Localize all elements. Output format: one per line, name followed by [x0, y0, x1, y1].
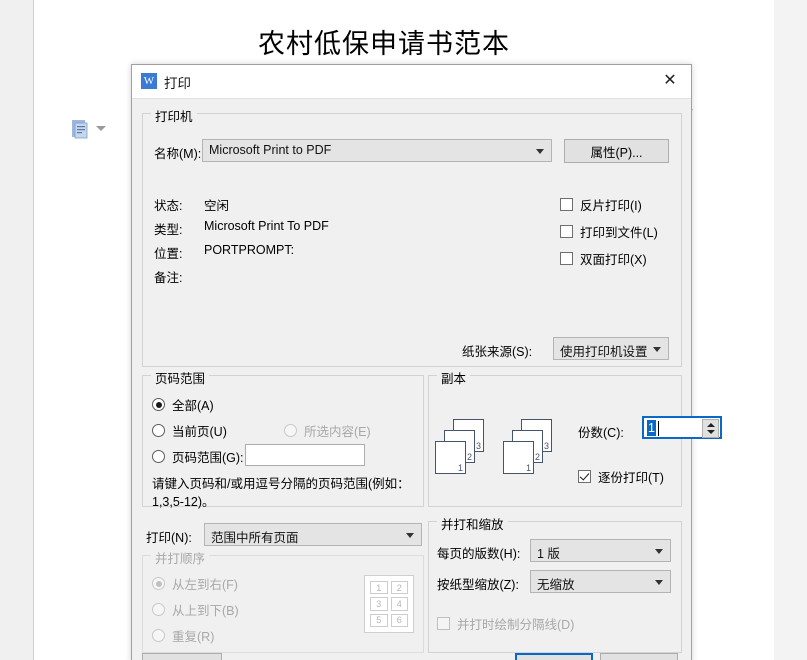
paste-options-icon[interactable] [70, 118, 92, 140]
preview-page-1: 1 [503, 441, 534, 474]
stepper-buttons[interactable] [702, 419, 719, 438]
radio-current-page-label: 当前页(U) [172, 425, 227, 439]
paper-source-select[interactable]: 使用打印机设置 [553, 337, 669, 360]
cancel-button[interactable]: 取消 [600, 653, 678, 660]
dialog-title: 打印 [164, 76, 191, 91]
printer-name-label: 名称(M): [154, 147, 202, 161]
preview-page-2-number: 2 [466, 452, 472, 462]
page-range-hint-line2: 1,3,5-12)。 [152, 495, 215, 509]
preview-page-1-number: 1 [525, 463, 531, 473]
chevron-down-icon [536, 149, 544, 154]
ok-button[interactable]: 确定 [515, 653, 593, 660]
chevron-down-icon [406, 533, 414, 538]
screen: 农村低保申请书范本 七 ， 二 人 台 邻 ， 巴 上 家 ， 邻 W 打印 ✕… [0, 0, 807, 660]
paper-source-value: 使用打印机设置 [560, 345, 648, 359]
checkbox-print-to-file[interactable] [560, 225, 573, 238]
checkbox-duplex-print[interactable] [560, 252, 573, 265]
order-cell: 1 [370, 581, 388, 595]
radio-all-pages-label: 全部(A) [172, 399, 214, 413]
paper-source-label: 纸张来源(S): [462, 345, 533, 359]
preview-page-2-number: 2 [534, 452, 540, 462]
printer-location-value: PORTPROMPT: [204, 243, 295, 257]
zoom-group-legend: 并打和缩放 [437, 514, 508, 533]
radio-current-page[interactable] [152, 424, 165, 437]
checkbox-reverse-print[interactable] [560, 198, 573, 211]
radio-top-to-bottom-label: 从上到下(B) [172, 604, 239, 618]
pages-per-sheet-value: 1 版 [537, 547, 560, 561]
pages-per-sheet-select[interactable]: 1 版 [530, 539, 671, 562]
checkbox-print-to-file-label: 打印到文件(L) [580, 226, 658, 240]
print-what-label: 打印(N): [146, 531, 192, 545]
checkbox-collate[interactable] [578, 470, 591, 483]
printer-comment-label: 备注: [154, 271, 183, 285]
scale-to-paper-select[interactable]: 无缩放 [530, 570, 671, 593]
close-icon[interactable]: ✕ [649, 65, 691, 97]
printer-name-value: Microsoft Print to PDF [209, 143, 332, 157]
radio-left-to-right [152, 577, 165, 590]
stepper-up-icon[interactable] [707, 423, 715, 427]
scale-to-paper-label: 按纸型缩放(Z): [437, 578, 519, 592]
radio-all-pages[interactable] [152, 398, 165, 411]
chevron-down-icon [653, 347, 661, 352]
order-cell: 2 [390, 581, 408, 595]
preview-page-3-number: 3 [543, 441, 549, 451]
printer-name-select[interactable]: Microsoft Print to PDF [202, 139, 552, 162]
preview-page-3-number: 3 [475, 441, 481, 451]
copies-preview-stack-1: 3 2 1 [435, 418, 491, 474]
pages-per-sheet-label: 每页的版数(H): [437, 547, 521, 561]
printer-properties-button[interactable]: 属性(P)... [564, 139, 669, 163]
page-range-input[interactable] [245, 444, 365, 466]
copies-preview-stack-2: 3 2 1 [503, 418, 559, 474]
printer-type-label: 类型: [154, 223, 183, 237]
page-range-hint-line1: 请键入页码和/或用逗号分隔的页码范围(例如： [152, 477, 410, 491]
order-cell: 6 [390, 613, 408, 627]
print-dialog: W 打印 ✕ 打印机 名称(M): Microsoft Print to PDF… [131, 64, 722, 660]
radio-repeat-label: 重复(R) [172, 630, 215, 644]
copies-count-stepper[interactable]: 1 [642, 416, 722, 439]
radio-page-range-label: 页码范围(G): [172, 451, 244, 465]
print-what-value: 范围中所有页面 [211, 531, 299, 545]
copies-group-legend: 副本 [437, 368, 471, 387]
wps-writer-icon: W [141, 73, 157, 89]
printer-location-label: 位置: [154, 247, 183, 261]
order-cell: 3 [370, 597, 388, 611]
copies-count-label: 份数(C): [578, 426, 624, 440]
checkbox-draw-separator-label: 并打时绘制分隔线(D) [457, 618, 575, 632]
scale-to-paper-value: 无缩放 [537, 578, 575, 592]
order-cell: 5 [370, 613, 388, 627]
printer-type-value: Microsoft Print To PDF [204, 219, 329, 233]
printer-status-value: 空闲 [204, 199, 230, 213]
checkbox-reverse-print-label: 反片打印(I) [580, 199, 642, 213]
dialog-body: 打印机 名称(M): Microsoft Print to PDF 属性(P).… [132, 99, 722, 660]
checkbox-duplex-print-label: 双面打印(X) [580, 253, 647, 267]
print-order-preview-grid: 1 2 3 4 5 6 [364, 575, 414, 633]
checkbox-collate-label: 逐份打印(T) [598, 471, 664, 485]
printer-group-legend: 打印机 [151, 106, 197, 125]
stepper-down-icon[interactable] [707, 430, 715, 434]
document-title: 农村低保申请书范本 [258, 29, 510, 60]
options-button[interactable]: 选项(O)... [142, 653, 222, 660]
text-caret [658, 421, 659, 436]
dialog-titlebar: W 打印 ✕ [132, 65, 691, 99]
document-left-gutter [0, 0, 34, 660]
radio-left-to-right-label: 从左到右(F) [172, 578, 238, 592]
radio-selection [284, 424, 297, 437]
radio-repeat [152, 629, 165, 642]
copies-count-value: 1 [647, 420, 656, 436]
document-right-gutter [774, 0, 807, 660]
preview-page-1-number: 1 [457, 463, 463, 473]
chevron-down-icon [655, 549, 663, 554]
radio-top-to-bottom [152, 603, 165, 616]
paste-options-chevron-down-icon[interactable] [96, 126, 106, 131]
page-range-group-legend: 页码范围 [151, 368, 210, 387]
preview-page-1: 1 [435, 441, 466, 474]
checkbox-draw-separator [437, 617, 450, 630]
order-cell: 4 [390, 597, 408, 611]
printer-status-label: 状态: [154, 199, 183, 213]
radio-page-range[interactable] [152, 450, 165, 463]
radio-selection-label: 所选内容(E) [304, 425, 371, 439]
print-what-select[interactable]: 范围中所有页面 [204, 523, 422, 546]
print-order-group-legend: 并打顺序 [151, 548, 210, 567]
chevron-down-icon [655, 580, 663, 585]
